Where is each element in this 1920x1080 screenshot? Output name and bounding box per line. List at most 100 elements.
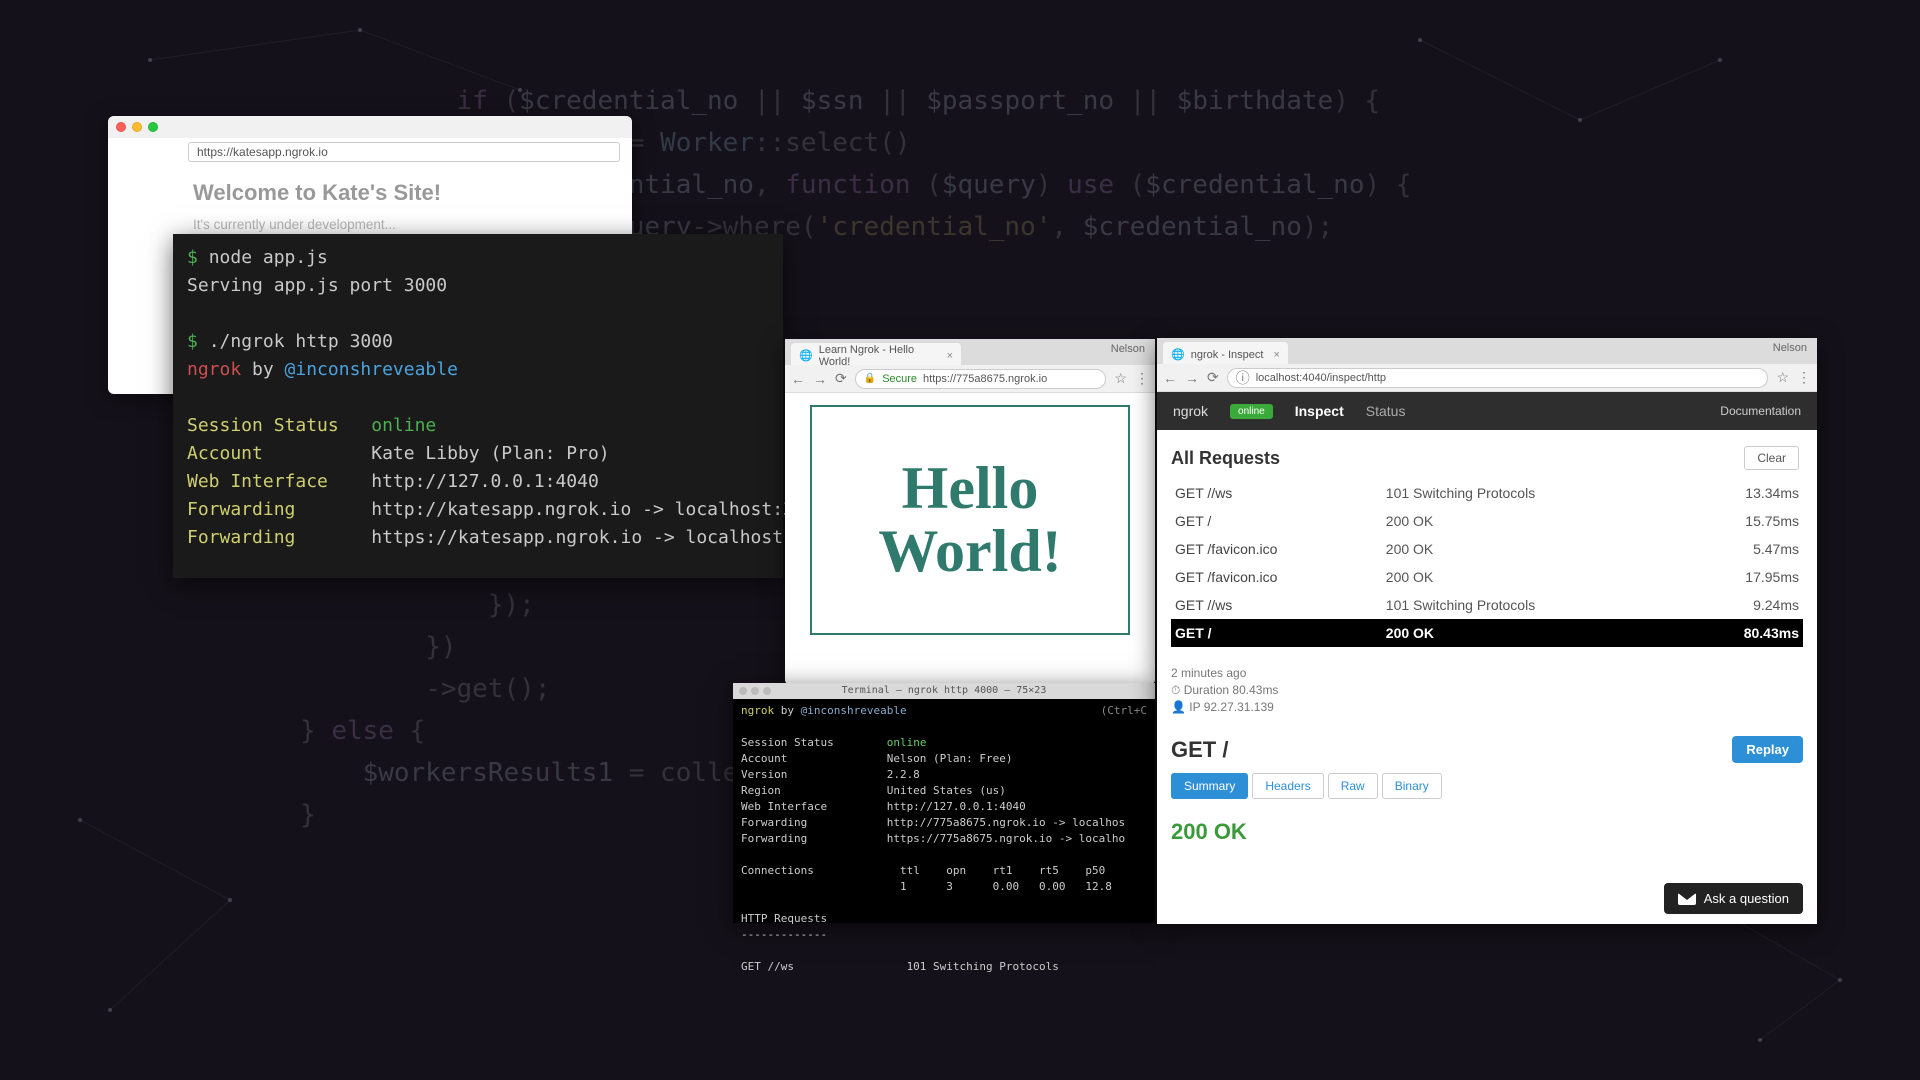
meta-ip: IP 92.27.31.139: [1189, 700, 1274, 714]
time-cell: 9.24ms: [1682, 591, 1803, 619]
nav-status[interactable]: Status: [1366, 403, 1406, 419]
info-icon: ⓘ: [1236, 368, 1250, 388]
clear-button[interactable]: Clear: [1744, 446, 1799, 470]
hello-address-bar[interactable]: 🔒 Secure https://775a8675.ngrok.io: [855, 369, 1107, 389]
hello-page: Hello World!: [785, 393, 1155, 684]
kate-line1: It's currently under development...: [193, 216, 612, 234]
hello-heading: Hello World!: [878, 457, 1061, 583]
status-cell: 200 OK: [1382, 619, 1682, 647]
replay-button[interactable]: Replay: [1732, 736, 1803, 763]
subtab-headers[interactable]: Headers: [1252, 773, 1323, 799]
star-icon[interactable]: ☆: [1776, 369, 1789, 386]
req-cell: GET /favicon.ico: [1171, 535, 1382, 563]
ip-icon: 👤: [1171, 700, 1186, 714]
table-row[interactable]: GET /favicon.ico200 OK5.47ms: [1171, 535, 1803, 563]
term1-ngrok-word: ngrok: [187, 359, 241, 380]
inspector-window: 🌐 ngrok - Inspect × Nelson ← → ⟳ ⓘ local…: [1157, 338, 1817, 924]
term1-out1: Serving app.js port 3000: [187, 275, 447, 296]
star-icon[interactable]: ☆: [1114, 370, 1127, 387]
nav-documentation[interactable]: Documentation: [1720, 404, 1801, 418]
time-cell: 17.95ms: [1682, 563, 1803, 591]
ask-label: Ask a question: [1704, 891, 1789, 906]
term2-ctrlc: (Ctrl+C: [1101, 703, 1147, 719]
reload-icon[interactable]: ⟳: [835, 370, 847, 387]
time-cell: 5.47ms: [1682, 535, 1803, 563]
subtab-raw[interactable]: Raw: [1328, 773, 1378, 799]
traffic-min-icon[interactable]: [132, 122, 142, 132]
term1-cmd1: node app.js: [209, 247, 328, 268]
clock-icon: ⏱: [1171, 683, 1180, 697]
req-cell: GET //ws: [1171, 591, 1382, 619]
status-cell: 200 OK: [1382, 535, 1682, 563]
hello-tab[interactable]: 🌐 Learn Ngrok - Hello World! ×: [791, 343, 961, 365]
hello-tab-title: Learn Ngrok - Hello World!: [819, 344, 937, 368]
insp-address-bar[interactable]: ⓘ localhost:4040/inspect/http: [1227, 368, 1769, 388]
insp-nav: ngrok online Inspect Status Documentatio…: [1157, 392, 1817, 430]
term1-cmd2: ./ngrok http 3000: [209, 331, 393, 352]
status-pill: online: [1230, 404, 1273, 419]
hello-tabbar: 🌐 Learn Ngrok - Hello World! × Nelson: [785, 339, 1155, 365]
ask-question-button[interactable]: Ask a question: [1664, 883, 1803, 914]
insp-body: All Requests Clear GET //ws101 Switching…: [1157, 430, 1817, 924]
detail-subtabs: SummaryHeadersRawBinary: [1171, 773, 1803, 799]
table-row[interactable]: GET //ws101 Switching Protocols9.24ms: [1171, 591, 1803, 619]
hello-toolbar: ← → ⟳ 🔒 Secure https://775a8675.ngrok.io…: [785, 365, 1155, 393]
term2-title: Terminal — ngrok http 4000 — 75×23: [842, 683, 1047, 699]
terminal-nelson[interactable]: Terminal — ngrok http 4000 — 75×23 (Ctrl…: [733, 683, 1155, 923]
meta-duration: Duration 80.43ms: [1184, 683, 1279, 697]
hello-profile[interactable]: Nelson: [1111, 343, 1145, 355]
menu-icon[interactable]: ⋮: [1797, 369, 1811, 386]
table-row[interactable]: GET /favicon.ico200 OK17.95ms: [1171, 563, 1803, 591]
forward-icon[interactable]: →: [1185, 370, 1199, 386]
kate-titlebar: [108, 116, 632, 138]
hello-url: https://775a8675.ngrok.io: [923, 373, 1047, 385]
close-icon[interactable]: ×: [1273, 349, 1279, 361]
time-cell: 80.43ms: [1682, 619, 1803, 647]
traffic-close-icon[interactable]: [116, 122, 126, 132]
kate-address-bar[interactable]: https://katesapp.ngrok.io: [188, 142, 620, 162]
requests-table: GET //ws101 Switching Protocols13.34msGE…: [1171, 479, 1803, 647]
request-meta: 2 minutes ago ⏱ Duration 80.43ms 👤 IP 92…: [1171, 665, 1803, 716]
kate-heading: Welcome to Kate's Site!: [193, 180, 612, 206]
subtab-summary[interactable]: Summary: [1171, 773, 1248, 799]
insp-tab[interactable]: 🌐 ngrok - Inspect ×: [1163, 342, 1288, 364]
term2-titlebar: Terminal — ngrok http 4000 — 75×23: [733, 683, 1155, 699]
reload-icon[interactable]: ⟳: [1207, 369, 1219, 386]
insp-brand: ngrok: [1173, 403, 1208, 419]
menu-icon[interactable]: ⋮: [1135, 370, 1149, 387]
req-cell: GET /: [1171, 619, 1382, 647]
secure-label: Secure: [882, 373, 917, 385]
all-requests-heading: All Requests: [1171, 448, 1803, 469]
forward-icon[interactable]: →: [813, 371, 827, 387]
detail-title: GET /: [1171, 737, 1228, 763]
globe-icon: 🌐: [799, 349, 813, 362]
globe-icon: 🌐: [1171, 348, 1185, 361]
mail-icon: [1678, 893, 1696, 905]
hello-box: Hello World!: [810, 405, 1130, 635]
meta-ago: 2 minutes ago: [1171, 665, 1803, 682]
req-cell: GET /favicon.ico: [1171, 563, 1382, 591]
back-icon[interactable]: ←: [791, 371, 805, 387]
terminal-kate[interactable]: $ node app.js Serving app.js port 3000 $…: [173, 234, 783, 578]
req-cell: GET //ws: [1171, 479, 1382, 507]
nav-inspect[interactable]: Inspect: [1295, 403, 1344, 419]
close-icon[interactable]: ×: [947, 350, 953, 362]
table-row[interactable]: GET //ws101 Switching Protocols13.34ms: [1171, 479, 1803, 507]
time-cell: 13.34ms: [1682, 479, 1803, 507]
response-status: 200 OK: [1171, 819, 1803, 845]
status-cell: 101 Switching Protocols: [1382, 591, 1682, 619]
table-row[interactable]: GET /200 OK80.43ms: [1171, 619, 1803, 647]
lock-icon: 🔒: [864, 373, 876, 384]
time-cell: 15.75ms: [1682, 507, 1803, 535]
back-icon[interactable]: ←: [1163, 370, 1177, 386]
insp-profile[interactable]: Nelson: [1773, 342, 1807, 354]
subtab-binary[interactable]: Binary: [1382, 773, 1442, 799]
status-cell: 101 Switching Protocols: [1382, 479, 1682, 507]
traffic-max-icon[interactable]: [148, 122, 158, 132]
insp-url: localhost:4040/inspect/http: [1256, 372, 1386, 384]
table-row[interactable]: GET /200 OK15.75ms: [1171, 507, 1803, 535]
insp-tab-title: ngrok - Inspect: [1191, 349, 1264, 361]
req-cell: GET /: [1171, 507, 1382, 535]
term1-handle: @inconshreveable: [285, 359, 458, 380]
status-cell: 200 OK: [1382, 507, 1682, 535]
